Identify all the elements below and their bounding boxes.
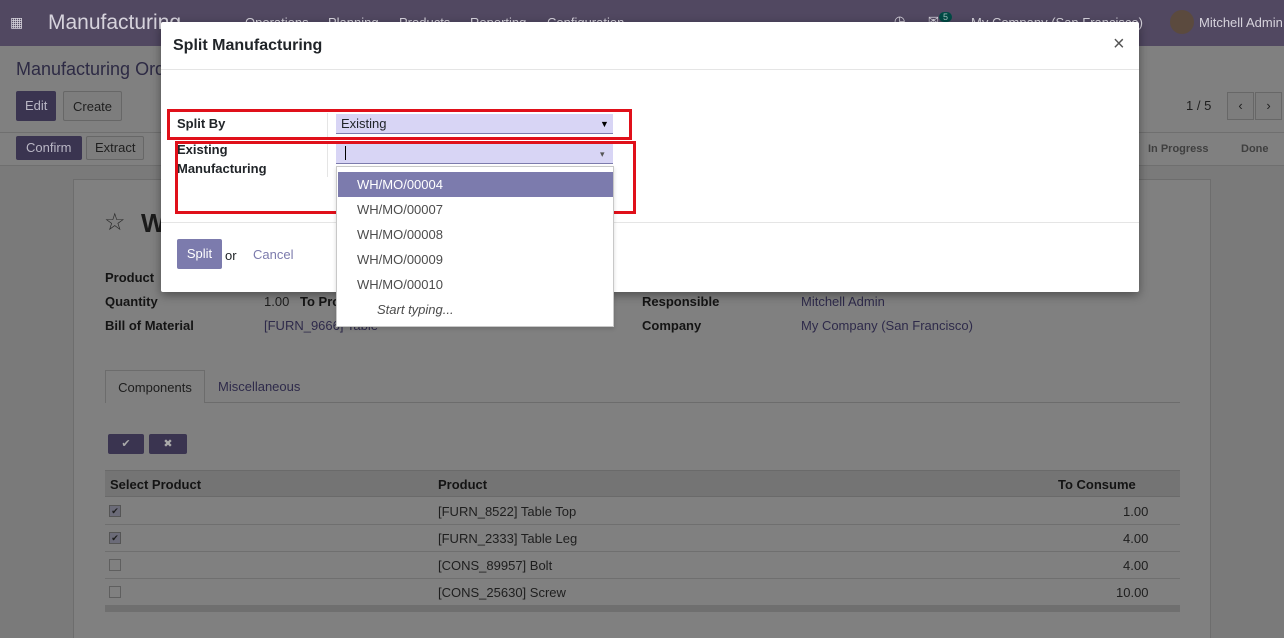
chat-badge: 5 — [939, 12, 953, 22]
favorite-star-icon[interactable]: ☆ — [104, 208, 126, 237]
dropdown-option[interactable]: WH/MO/00008 — [338, 222, 613, 247]
confirm-button[interactable]: Confirm — [16, 136, 82, 160]
select-all-button[interactable]: ✔ — [108, 434, 144, 454]
split-button[interactable]: Split — [177, 239, 222, 269]
table-row[interactable]: ✔ [FURN_8522] Table Top 1.00 — [105, 498, 1180, 525]
split-by-highlight-frame — [167, 109, 632, 140]
dialog-title: Split Manufacturing — [173, 37, 323, 54]
field-label-to-produce: To Pro — [300, 294, 341, 309]
row-checkbox[interactable]: ✔ — [109, 505, 121, 517]
dropdown-option[interactable]: WH/MO/00009 — [338, 247, 613, 272]
dialog-footer — [161, 222, 1139, 292]
table-row[interactable]: [CONS_25630] Screw 10.00 — [105, 579, 1180, 606]
row-product: [CONS_89957] Bolt — [438, 558, 553, 573]
row-qty: 4.00 — [1123, 531, 1149, 546]
field-label-responsible: Responsible — [642, 294, 720, 309]
pager-previous-button[interactable]: ‹ — [1227, 92, 1254, 120]
stage-done[interactable]: Done — [1241, 143, 1269, 155]
avatar[interactable] — [1170, 10, 1194, 34]
row-product: [FURN_2333] Table Leg — [438, 531, 578, 546]
table-header: Select Product Product To Consume — [105, 470, 1180, 497]
field-value-company[interactable]: My Company (San Francisco) — [801, 318, 973, 333]
cancel-button[interactable]: Cancel — [253, 247, 293, 262]
dropdown-option[interactable]: WH/MO/00007 — [338, 197, 613, 222]
pager-next-button[interactable]: › — [1255, 92, 1282, 120]
extract-button[interactable]: Extract — [86, 136, 145, 160]
existing-mo-dropdown: WH/MO/00004 WH/MO/00007 WH/MO/00008 WH/M… — [336, 166, 614, 327]
row-qty: 1.00 — [1123, 504, 1149, 519]
row-product: [CONS_25630] Screw — [438, 585, 566, 600]
dropdown-hint: Start typing... — [377, 302, 454, 317]
field-value-responsible[interactable]: Mitchell Admin — [801, 294, 885, 309]
column-header-to-consume[interactable]: To Consume — [1058, 477, 1136, 492]
dropdown-option[interactable]: WH/MO/00010 — [338, 272, 613, 297]
close-icon[interactable]: × — [1113, 33, 1125, 56]
user-menu[interactable]: Mitchell Admin — [1199, 15, 1283, 30]
table-footer — [105, 606, 1180, 612]
field-label-product: Product — [105, 270, 155, 285]
create-button[interactable]: Create — [63, 91, 123, 121]
or-separator: or — [225, 248, 237, 263]
column-header-select[interactable]: Select Product — [110, 477, 201, 492]
stage-in-progress[interactable]: In Progress — [1148, 143, 1209, 155]
tab-miscellaneous[interactable]: Miscellaneous — [218, 379, 300, 394]
pager-value: 1 / 5 — [1186, 98, 1212, 113]
field-value-quantity[interactable]: 1.00 — [264, 294, 289, 309]
row-checkbox[interactable] — [109, 586, 121, 598]
row-qty: 4.00 — [1123, 558, 1149, 573]
table-row[interactable]: [CONS_89957] Bolt 4.00 — [105, 552, 1180, 579]
apps-menu-icon[interactable]: ▦ — [10, 14, 23, 31]
tab-components[interactable]: Components — [105, 370, 205, 403]
row-checkbox[interactable] — [109, 559, 121, 571]
dropdown-option[interactable]: WH/MO/00004 — [338, 172, 613, 197]
row-checkbox[interactable]: ✔ — [109, 532, 121, 544]
field-label-bom: Bill of Material — [105, 318, 194, 333]
row-product: [FURN_8522] Table Top — [438, 504, 577, 519]
field-label-company: Company — [642, 318, 702, 333]
column-header-product[interactable]: Product — [438, 477, 487, 492]
table-row[interactable]: ✔ [FURN_2333] Table Leg 4.00 — [105, 525, 1180, 552]
deselect-all-button[interactable]: ✖ — [149, 434, 187, 454]
dialog-header: Split Manufacturing × — [161, 22, 1139, 70]
tab-strip — [105, 402, 1180, 403]
edit-button[interactable]: Edit — [16, 91, 57, 121]
field-label-quantity: Quantity — [105, 294, 158, 309]
row-qty: 10.00 — [1116, 585, 1149, 600]
